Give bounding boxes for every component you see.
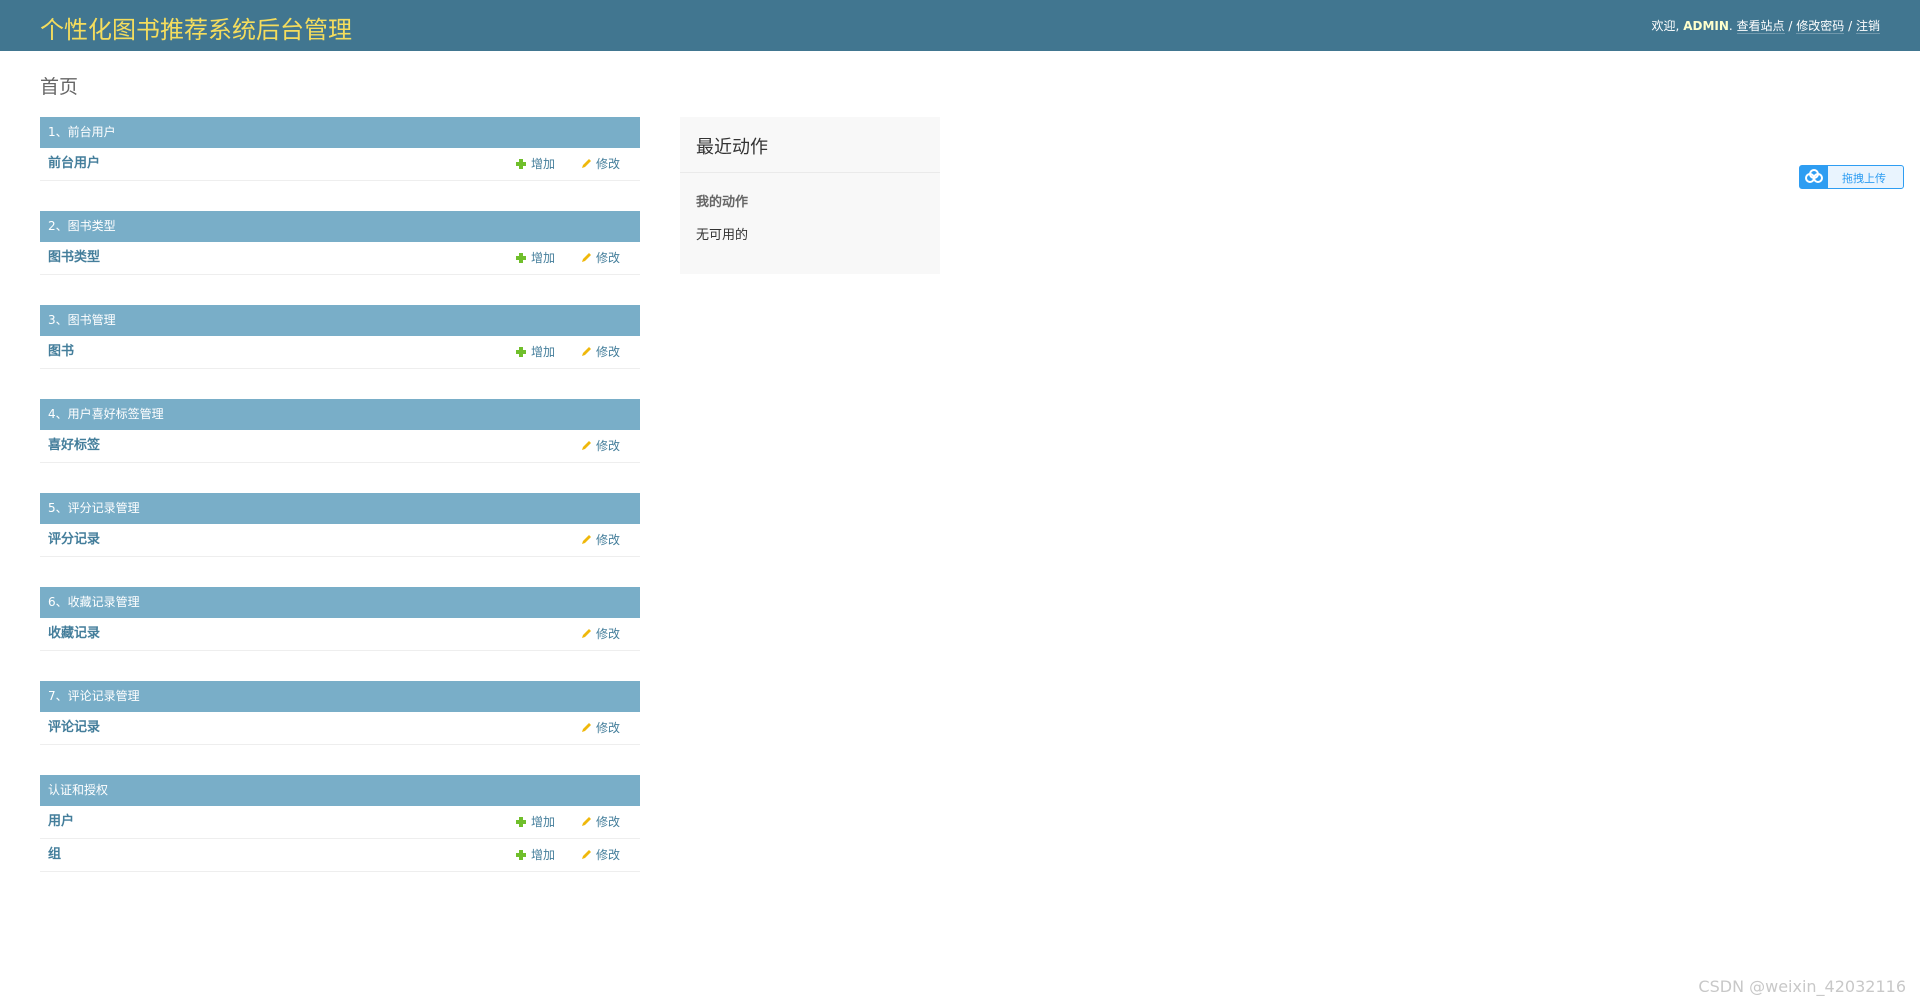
change-link[interactable]: 修改: [581, 430, 620, 462]
module-comment-records: 7、评论记录管理 评论记录 修改: [40, 681, 640, 745]
module-header[interactable]: 5、评分记录管理: [40, 493, 640, 524]
module-header[interactable]: 4、用户喜好标签管理: [40, 399, 640, 430]
module-favorite-records: 6、收藏记录管理 收藏记录 修改: [40, 587, 640, 651]
plus-icon: [516, 253, 526, 263]
change-link[interactable]: 修改: [581, 336, 620, 368]
my-actions-title: 我的动作: [696, 195, 749, 210]
model-row: 用户 增加 修改: [40, 806, 640, 839]
separator: /: [1788, 19, 1793, 33]
model-row: 图书 增加 修改: [40, 336, 640, 369]
module-header[interactable]: 7、评论记录管理: [40, 681, 640, 712]
model-link[interactable]: 喜好标签: [48, 430, 100, 462]
recent-actions-title: 最近动作: [696, 137, 768, 158]
divider: [680, 172, 940, 173]
view-site-link[interactable]: 查看站点: [1736, 19, 1785, 34]
model-link[interactable]: 用户: [48, 806, 74, 838]
change-link[interactable]: 修改: [581, 806, 620, 838]
app-list: 1、前台用户 前台用户 增加 修改 2、图书类型 图书类型 增加 修改 3、图书…: [40, 117, 640, 902]
pencil-icon: [582, 817, 591, 826]
model-link[interactable]: 图书类型: [48, 242, 100, 274]
module-book-types: 2、图书类型 图书类型 增加 修改: [40, 211, 640, 275]
user-tools: 欢迎, ADMIN. 查看站点 / 修改密码 / 注销: [1651, 19, 1880, 34]
change-link[interactable]: 修改: [581, 839, 620, 871]
module-header[interactable]: 2、图书类型: [40, 211, 640, 242]
module-rating-records: 5、评分记录管理 评分记录 修改: [40, 493, 640, 557]
add-link[interactable]: 增加: [516, 148, 555, 180]
site-name[interactable]: 个性化图书推荐系统后台管理: [40, 10, 352, 45]
model-link[interactable]: 评论记录: [48, 712, 100, 744]
header: 个性化图书推荐系统后台管理 欢迎, ADMIN. 查看站点 / 修改密码 / 注…: [0, 0, 1920, 51]
model-link[interactable]: 前台用户: [48, 148, 100, 180]
model-link[interactable]: 图书: [48, 336, 74, 368]
plus-icon: [516, 347, 526, 357]
pencil-icon: [582, 441, 591, 450]
drag-upload-button[interactable]: 拖拽上传: [1799, 165, 1904, 189]
cloud-icon: [1800, 166, 1828, 188]
plus-icon: [516, 817, 526, 827]
watermark: CSDN @weixin_42032116: [1698, 977, 1906, 996]
pencil-icon: [582, 629, 591, 638]
pencil-icon: [582, 723, 591, 732]
model-row: 图书类型 增加 修改: [40, 242, 640, 275]
pencil-icon: [582, 850, 591, 859]
model-row: 组 增加 修改: [40, 839, 640, 872]
add-link[interactable]: 增加: [516, 806, 555, 838]
module-auth: 认证和授权 用户 增加 修改 组 增加 修改: [40, 775, 640, 872]
pencil-icon: [582, 253, 591, 262]
page-title: 首页: [40, 76, 79, 98]
add-link[interactable]: 增加: [516, 839, 555, 871]
change-link[interactable]: 修改: [581, 242, 620, 274]
upload-label: 拖拽上传: [1842, 172, 1886, 185]
model-link[interactable]: 评分记录: [48, 524, 100, 556]
plus-icon: [516, 850, 526, 860]
module-book-management: 3、图书管理 图书 增加 修改: [40, 305, 640, 369]
model-link[interactable]: 组: [48, 839, 61, 871]
username: ADMIN: [1683, 19, 1729, 33]
module-preference-tags: 4、用户喜好标签管理 喜好标签 修改: [40, 399, 640, 463]
no-actions-text: 无可用的: [696, 228, 749, 243]
model-row: 收藏记录 修改: [40, 618, 640, 651]
welcome-text: 欢迎,: [1651, 19, 1680, 33]
separator: /: [1848, 19, 1853, 33]
model-row: 评分记录 修改: [40, 524, 640, 557]
module-header[interactable]: 1、前台用户: [40, 117, 640, 148]
recent-actions-panel: 最近动作 我的动作 无可用的: [680, 117, 940, 274]
add-link[interactable]: 增加: [516, 242, 555, 274]
model-row: 评论记录 修改: [40, 712, 640, 745]
module-header[interactable]: 6、收藏记录管理: [40, 587, 640, 618]
change-link[interactable]: 修改: [581, 148, 620, 180]
add-link[interactable]: 增加: [516, 336, 555, 368]
model-row: 前台用户 增加 修改: [40, 148, 640, 181]
change-link[interactable]: 修改: [581, 618, 620, 650]
change-link[interactable]: 修改: [581, 524, 620, 556]
module-header[interactable]: 认证和授权: [40, 775, 640, 806]
logout-link[interactable]: 注销: [1855, 19, 1880, 34]
module-front-users: 1、前台用户 前台用户 增加 修改: [40, 117, 640, 181]
pencil-icon: [582, 535, 591, 544]
change-link[interactable]: 修改: [581, 712, 620, 744]
model-row: 喜好标签 修改: [40, 430, 640, 463]
pencil-icon: [582, 159, 591, 168]
module-header[interactable]: 3、图书管理: [40, 305, 640, 336]
plus-icon: [516, 159, 526, 169]
pencil-icon: [582, 347, 591, 356]
model-link[interactable]: 收藏记录: [48, 618, 100, 650]
change-password-link[interactable]: 修改密码: [1796, 19, 1845, 34]
